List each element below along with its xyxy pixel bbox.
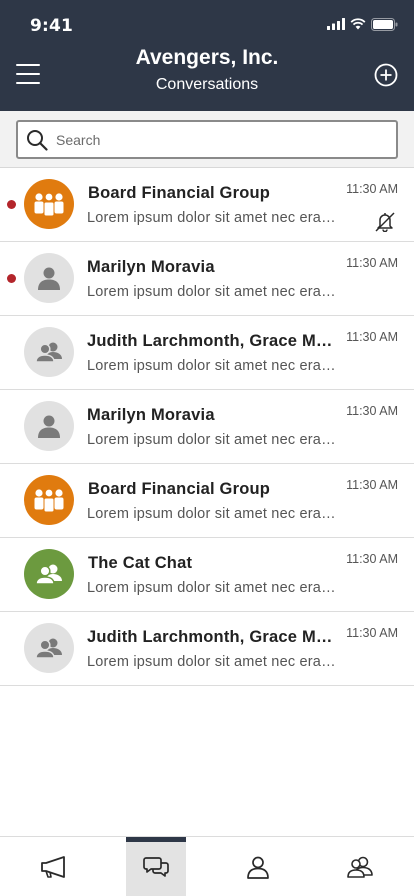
status-icons <box>327 17 398 31</box>
avatar <box>24 475 74 525</box>
group-avatar-icon <box>34 192 64 217</box>
group-avatar-icon <box>34 488 64 513</box>
unread-indicator <box>7 200 16 209</box>
person-icon <box>247 856 269 879</box>
conversation-row[interactable]: Board Financial Group Lorem ipsum dolor s… <box>0 464 414 538</box>
unread-indicator <box>7 274 16 283</box>
wifi-icon <box>350 18 366 30</box>
conversation-preview: Lorem ipsum dolor sit amet nec eran… <box>87 358 341 374</box>
conversation-name: The Cat Chat <box>88 554 193 572</box>
conversation-preview: Lorem ipsum dolor sit amet nec eran… <box>87 284 341 300</box>
tab-bar <box>0 836 414 896</box>
avatar <box>24 549 74 599</box>
conversation-name: Judith Larchmonth, Grace M… <box>87 628 333 646</box>
person-avatar-icon <box>38 267 60 290</box>
avatar <box>24 623 74 673</box>
conversation-preview: Lorem ipsum dolor sit amet nec eran… <box>87 580 341 596</box>
conversation-row[interactable]: Judith Larchmonth, Grace M… Lorem ipsum d… <box>0 612 414 686</box>
conversation-name: Judith Larchmonth, Grace M… <box>87 332 333 350</box>
conversation-name: Board Financial Group <box>88 184 271 202</box>
conversation-row[interactable]: Board Financial Group Lorem ipsum dolor s… <box>0 168 414 242</box>
search-input[interactable] <box>56 129 386 151</box>
person-avatar-icon <box>38 415 60 438</box>
conversation-row[interactable]: Marilyn Moravia Lorem ipsum dolor sit ame… <box>0 242 414 316</box>
tab-people[interactable] <box>330 837 390 896</box>
conversation-time: 11:30 AM <box>346 552 398 566</box>
avatar <box>24 401 74 451</box>
status-time: 9:41 <box>30 16 74 36</box>
conversation-preview: Lorem ipsum dolor sit amet nec eran… <box>87 210 341 226</box>
plus-circle-icon[interactable] <box>374 63 398 87</box>
search-box[interactable] <box>16 120 398 159</box>
conversation-row[interactable]: The Cat Chat Lorem ipsum dolor sit amet n… <box>0 538 414 612</box>
conversation-preview: Lorem ipsum dolor sit amet nec eran… <box>87 432 341 448</box>
conversation-time: 11:30 AM <box>346 404 398 418</box>
conversation-name: Marilyn Moravia <box>87 406 215 424</box>
muted-bell-icon <box>374 210 396 233</box>
avatar <box>24 327 74 377</box>
people-icon <box>347 856 373 878</box>
battery-icon <box>371 17 398 31</box>
chat-bubbles-icon <box>143 856 169 877</box>
conversation-name: Marilyn Moravia <box>87 258 215 276</box>
search-icon <box>27 130 48 151</box>
pair-avatar-icon <box>35 638 62 659</box>
conversation-time: 11:30 AM <box>346 478 398 492</box>
conversations-screen: 9:41 Avengers, Inc. Conversations Search… <box>0 0 414 896</box>
conversation-time: 11:30 AM <box>346 182 398 196</box>
tab-announcements[interactable] <box>24 837 84 896</box>
search-bar <box>0 111 414 168</box>
app-title: Avengers, Inc. <box>135 46 279 69</box>
tab-conversations[interactable] <box>126 837 186 896</box>
pair-avatar-icon <box>35 342 62 363</box>
conversation-row[interactable]: Judith Larchmonth, Grace M… Lorem ipsum d… <box>0 316 414 390</box>
tab-contacts[interactable] <box>228 837 288 896</box>
avatar <box>24 253 74 303</box>
app-header: 9:41 Avengers, Inc. Conversations <box>0 0 414 111</box>
pair-avatar-icon <box>35 564 62 585</box>
conversation-row[interactable]: Marilyn Moravia Lorem ipsum dolor sit ame… <box>0 390 414 464</box>
conversation-time: 11:30 AM <box>346 330 398 344</box>
conversation-time: 11:30 AM <box>346 256 398 270</box>
cellular-signal-icon <box>327 18 345 30</box>
avatar <box>24 179 74 229</box>
conversation-name: Board Financial Group <box>88 480 271 498</box>
page-subtitle: Conversations <box>155 76 259 93</box>
conversation-preview: Lorem ipsum dolor sit amet nec eran… <box>87 506 341 522</box>
megaphone-icon <box>41 855 65 878</box>
conversation-list: Board Financial Group Lorem ipsum dolor s… <box>0 168 414 686</box>
conversation-preview: Lorem ipsum dolor sit amet nec eran… <box>87 654 341 670</box>
conversation-time: 11:30 AM <box>346 626 398 640</box>
